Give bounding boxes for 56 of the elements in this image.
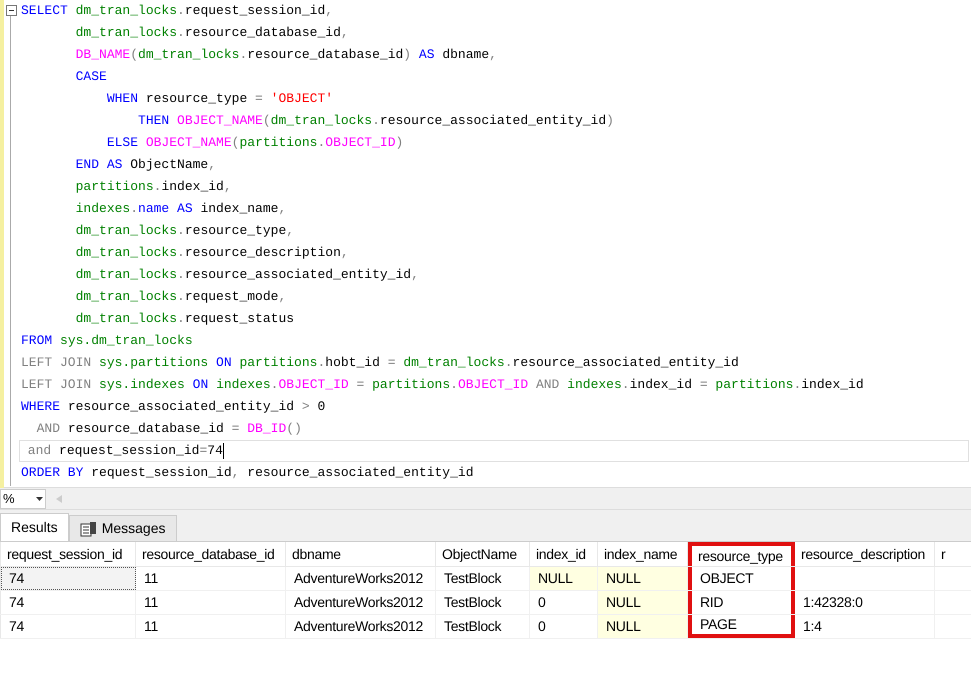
code-line: DB_NAME(dm_tran_locks.resource_database_id) AS dbname, (74, 46, 498, 64)
document-icon (80, 520, 98, 536)
code-line: SELECT dm_tran_locks.request_session_id, (20, 2, 334, 20)
table-cell: OBJECT (688, 567, 795, 590)
code-line: ORDER BY request_session_id, resource_associated_entity_id (20, 464, 475, 482)
code-line: dm_tran_locks.request_status (74, 310, 296, 328)
table-cell: NULL (598, 567, 688, 590)
column-header[interactable]: resource_type (688, 542, 795, 566)
code-line: FROM sys.dm_tran_locks (20, 332, 194, 350)
code-line: END AS ObjectName, (74, 156, 218, 174)
code-line: WHEN resource_type = 'OBJECT' (106, 90, 334, 108)
column-header[interactable]: resource_database_id (136, 542, 286, 566)
table-cell: 1:42328:0 (795, 591, 935, 614)
collapse-icon[interactable] (6, 5, 16, 16)
caret-icon (36, 496, 43, 500)
column-header[interactable]: resource_description (795, 542, 935, 566)
code-line: dm_tran_locks.resource_description, (74, 244, 350, 262)
table-cell: PAGE (688, 615, 795, 638)
table-cell: TestBlock (436, 615, 530, 638)
code-line: dm_tran_locks.resource_associated_entity_id, (74, 266, 420, 284)
column-header[interactable]: index_name (598, 542, 688, 566)
code-line: indexes.name AS index_name, (74, 200, 288, 218)
table-cell: 11 (136, 591, 286, 614)
table-cell: 11 (136, 615, 286, 638)
column-header[interactable]: ObjectName (436, 542, 530, 566)
results-tab[interactable]: Results (0, 513, 69, 541)
code-line: LEFT JOIN sys.partitions ON partitions.hobt_id = dm_tran_locks.resource_associated_entity_id (20, 354, 740, 372)
results-tab[interactable]: Messages (68, 515, 176, 541)
code-line: partitions.index_id, (74, 178, 233, 196)
table-cell: NULL (598, 591, 688, 614)
table-cell: 74 (1, 567, 136, 590)
table-cell: NULL (598, 615, 688, 638)
code-line: WHERE resource_associated_entity_id > 0 (20, 398, 326, 416)
code-line: AND resource_database_id = DB_ID() (36, 420, 303, 438)
zoom-dropdown[interactable]: % (0, 488, 46, 508)
code-line: dm_tran_locks.request_mode, (74, 288, 288, 306)
table-cell: 74 (1, 591, 136, 614)
table-cell: AdventureWorks2012 (286, 567, 436, 590)
code-line: CASE (74, 68, 108, 86)
table-cell: TestBlock (436, 591, 530, 614)
code-line: dm_tran_locks.resource_type, (74, 222, 296, 240)
table-cell: RID (688, 591, 795, 614)
code-line: LEFT JOIN sys.indexes ON indexes.OBJECT_ID = partitions.OBJECT_ID AND indexes.index_id = partitions.index_id (20, 376, 865, 394)
table-cell: AdventureWorks2012 (286, 591, 436, 614)
column-header[interactable]: r (935, 542, 971, 566)
column-header[interactable]: dbname (286, 542, 436, 566)
table-cell: 74 (1, 615, 136, 638)
column-header[interactable]: index_id (530, 542, 598, 566)
table-cell: NULL (530, 567, 598, 590)
code-line: ELSE OBJECT_NAME(partitions.OBJECT_ID) (106, 134, 404, 152)
table-cell: 1:4 (795, 615, 935, 638)
code-line: dm_tran_locks.resource_database_id, (74, 24, 350, 42)
code-line: THEN OBJECT_NAME(dm_tran_locks.resource_associated_entity_id) (137, 112, 615, 130)
table-cell: 11 (136, 567, 286, 590)
table-cell: AdventureWorks2012 (286, 615, 436, 638)
column-header[interactable]: request_session_id (1, 542, 136, 566)
